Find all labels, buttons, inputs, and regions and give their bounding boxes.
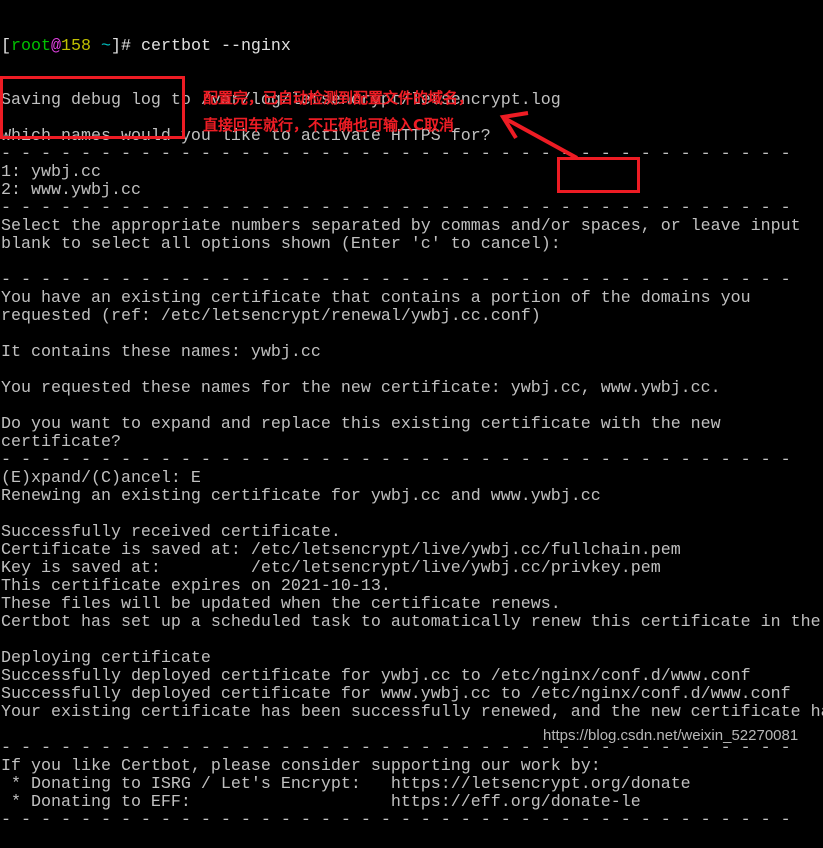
- output-line: * Donating to EFF: https://eff.org/donat…: [1, 794, 641, 812]
- annotation-line-2: 直接回车就行，不正确也可输入C取消: [203, 116, 455, 134]
- output-line: If you like Certbot, please consider sup…: [1, 758, 601, 776]
- annotation-line-1: 配置完，已自动检测到配置文件的域名，: [203, 89, 474, 107]
- watermark: https://blog.csdn.net/weixin_52270081: [543, 727, 799, 744]
- output-line: - - - - - - - - - - - - - - - - - - - - …: [1, 812, 791, 830]
- output-line: * Donating to ISRG / Let's Encrypt: http…: [1, 776, 691, 794]
